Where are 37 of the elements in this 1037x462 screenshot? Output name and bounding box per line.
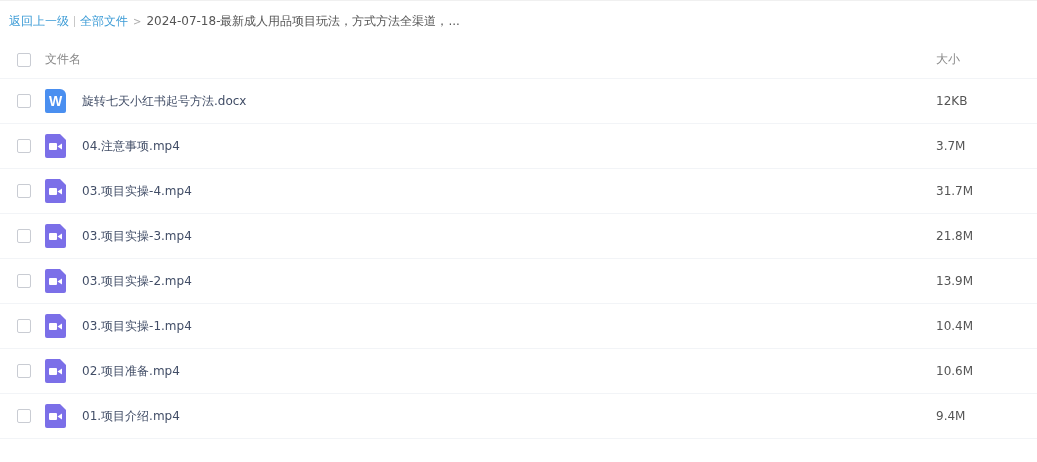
file-name[interactable]: 旋转七天小红书起号方法.docx [82,92,936,110]
file-name[interactable]: 03.项目实操-2.mp4 [82,272,936,290]
row-checkbox[interactable] [17,364,31,378]
file-size: 31.7M [936,184,975,198]
file-size: 12KB [936,94,969,108]
video-camera-icon [45,224,66,248]
current-folder: 2024-07-18-最新成人用品项目玩法，方式方法全渠道，... [146,12,460,30]
row-checkbox[interactable] [17,409,31,423]
breadcrumb-separator: > [133,15,142,27]
file-name[interactable]: 03.项目实操-4.mp4 [82,182,936,200]
file-name[interactable]: 01.项目介绍.mp4 [82,407,936,425]
row-checkbox[interactable] [17,184,31,198]
video-camera-icon [45,359,66,383]
row-checkbox[interactable] [17,274,31,288]
file-name[interactable]: 03.项目实操-3.mp4 [82,227,936,245]
select-all-checkbox[interactable] [17,52,31,67]
row-checkbox[interactable] [17,319,31,333]
file-size: 3.7M [936,139,967,153]
file-size: 13.9M [936,274,975,288]
row-checkbox[interactable] [17,139,31,153]
column-header[interactable]: 大小 [936,51,1037,68]
file-size: 21.8M [936,229,975,243]
video-camera-icon [45,314,66,338]
video-camera-icon [45,404,66,428]
file-size: 9.4M [936,409,967,423]
video-camera-icon [45,179,66,203]
file-size: 10.6M [936,364,975,378]
video-camera-icon [45,134,66,158]
file-name[interactable]: 04.注意事项.mp4 [82,137,936,155]
column-header[interactable]: 文件名 [45,51,936,68]
row-checkbox[interactable] [17,94,31,108]
file-name[interactable]: 03.项目实操-1.mp4 [82,317,936,335]
file-size: 10.4M [936,319,975,333]
video-camera-icon [45,269,66,293]
document-icon: W [45,89,66,113]
row-checkbox[interactable] [17,229,31,243]
file-name[interactable]: 02.项目准备.mp4 [82,362,936,380]
